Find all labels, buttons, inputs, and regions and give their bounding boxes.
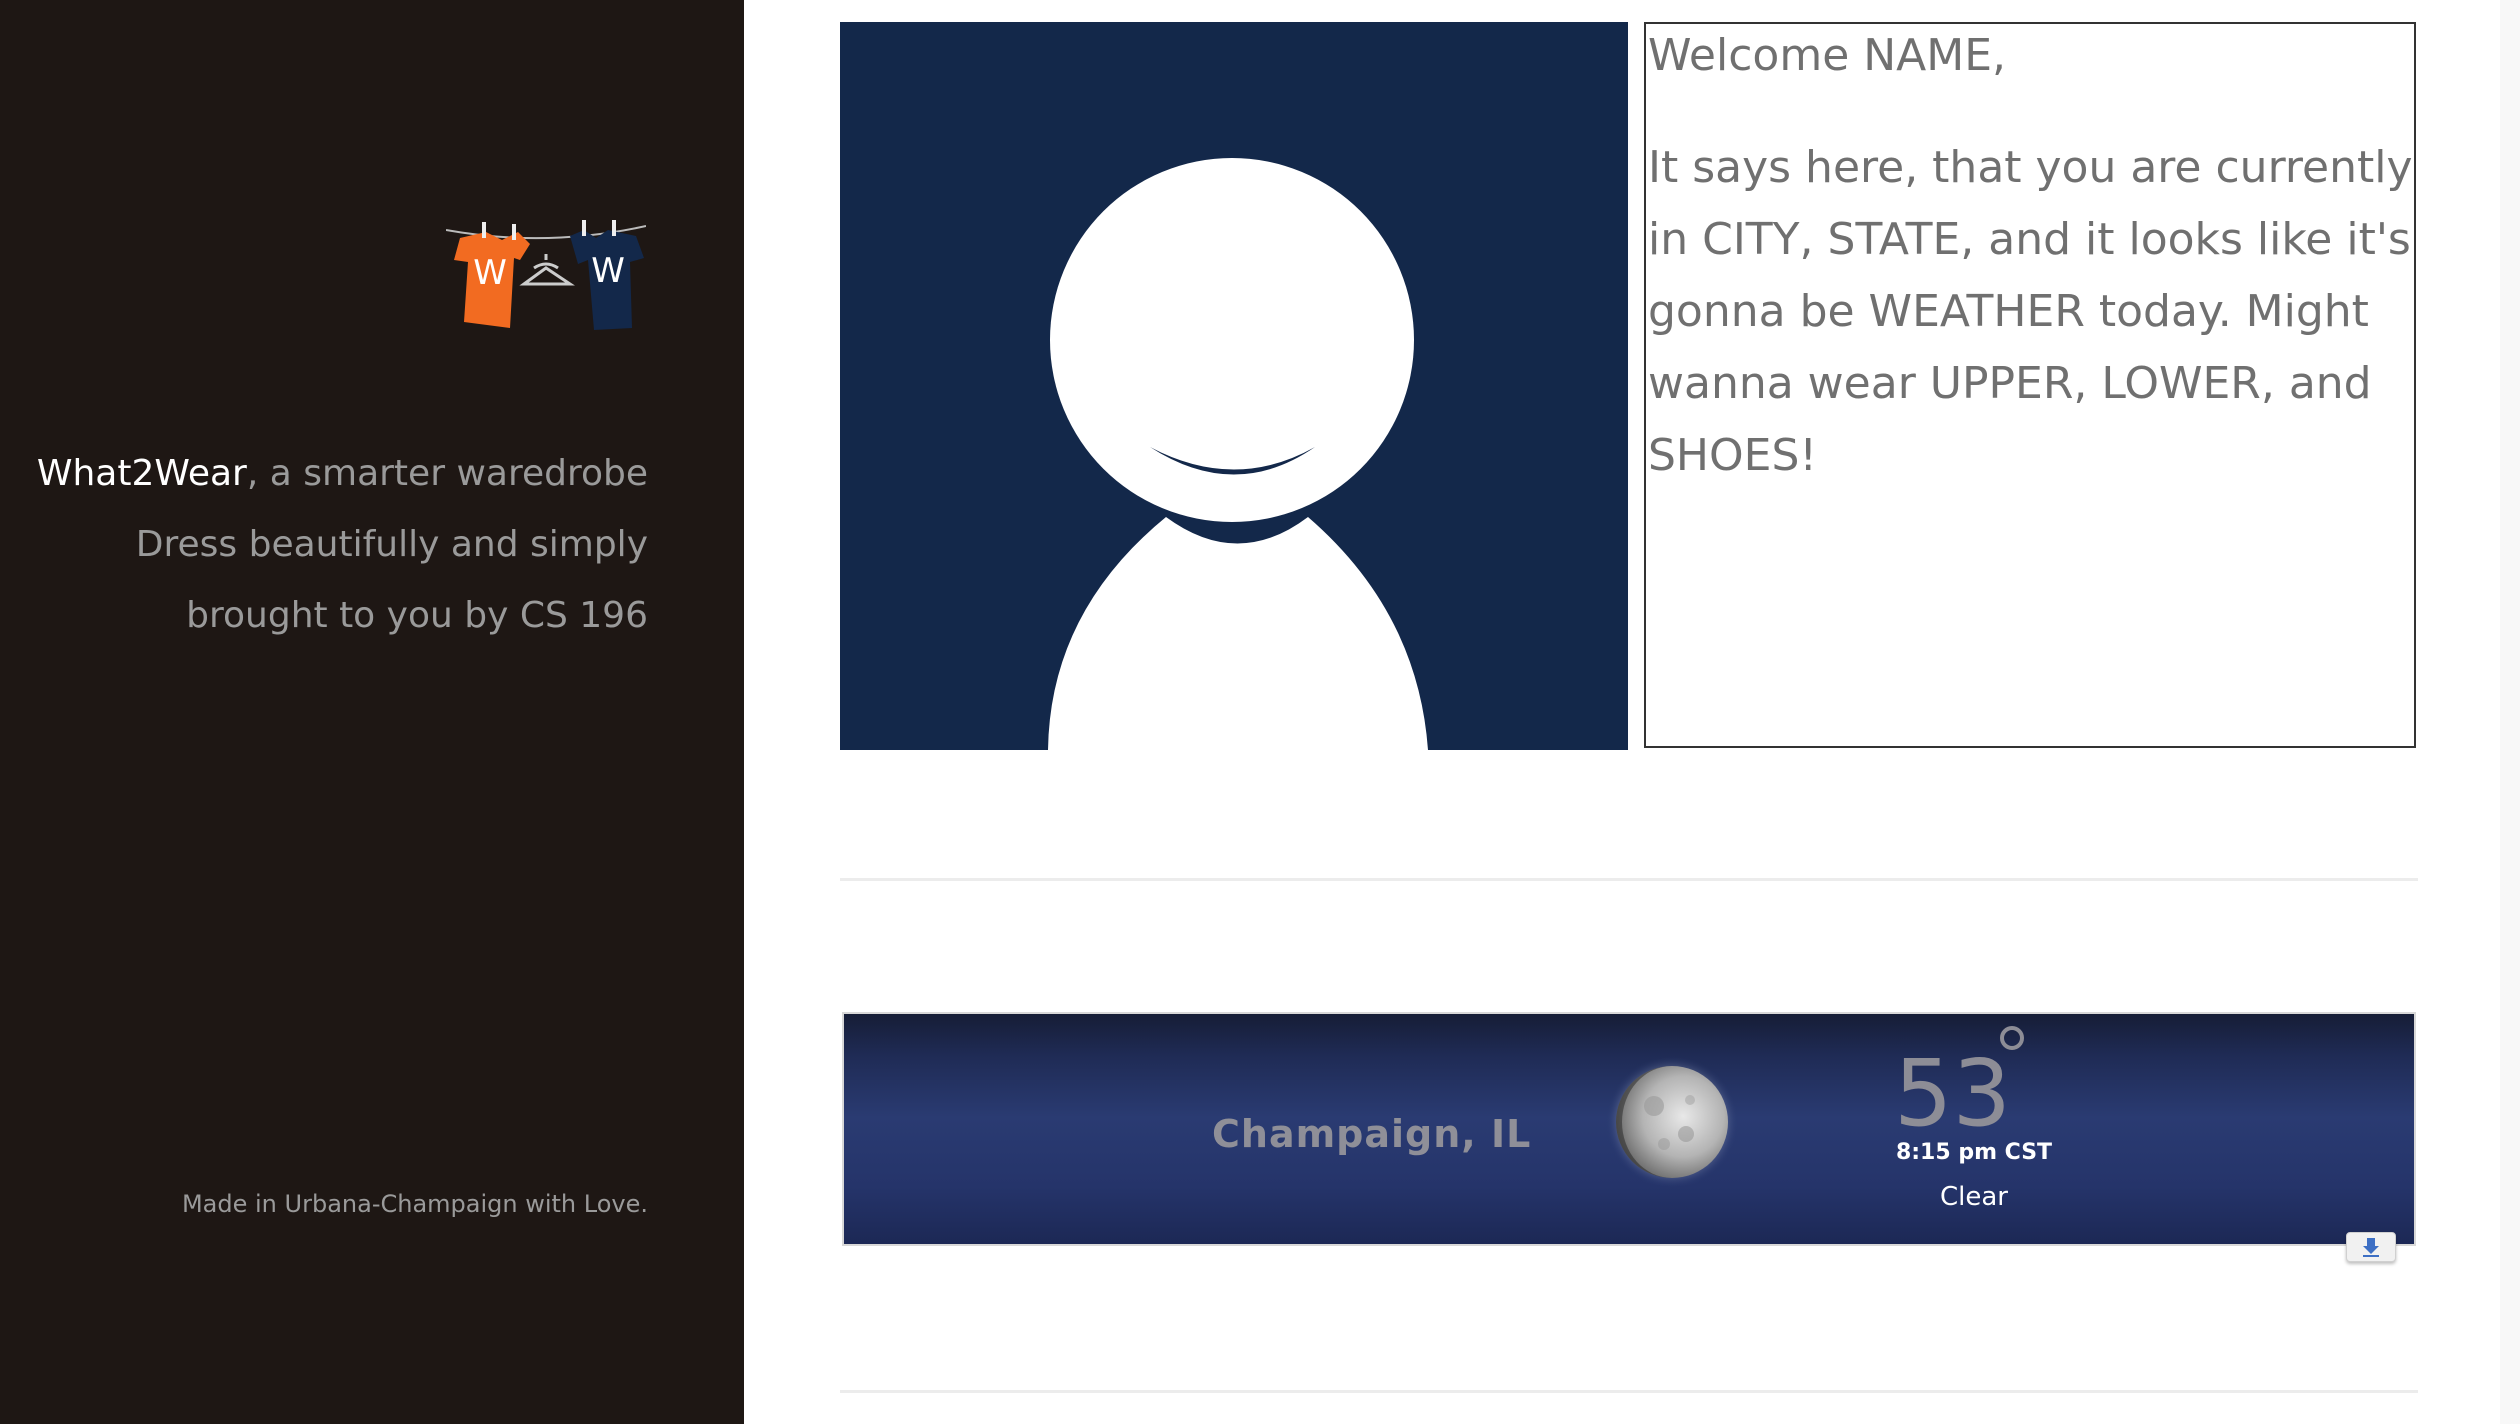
scrollbar-track[interactable]	[2500, 0, 2520, 1424]
weather-temperature: 53	[1894, 1040, 2012, 1147]
moon-icon	[1606, 1056, 1738, 1188]
tagline-line-3: brought to you by CS 196	[186, 595, 648, 636]
tagline-line-1: What2Wear, a smarter waredrobe	[8, 438, 648, 509]
sidebar-footer: Made in Urbana-Champaign with Love.	[181, 1190, 648, 1218]
weather-condition: Clear	[1940, 1182, 2008, 1212]
profile-avatar	[840, 22, 1628, 750]
weather-download-button[interactable]	[2346, 1232, 2396, 1262]
weather-widget[interactable]: Champaign, IL 53 8:15 pm CST Clear	[842, 1012, 2416, 1246]
divider	[840, 878, 2418, 881]
sidebar: W W What2Wear, a smarter waredrobe Dress…	[0, 0, 744, 1424]
logo-letter-right: W	[591, 251, 625, 291]
logo-letter-left: W	[473, 253, 507, 293]
default-user-icon	[1048, 158, 1428, 750]
tagline-line-2: Dress beautifully and simply	[135, 524, 648, 565]
welcome-heading: Welcome NAME,	[1648, 30, 2007, 81]
download-arrow-icon	[2363, 1238, 2379, 1257]
what2wear-logo[interactable]: W W	[446, 218, 646, 342]
degree-symbol	[2000, 1026, 2024, 1050]
divider	[840, 1390, 2418, 1393]
weather-city: Champaign, IL	[1212, 1112, 1532, 1156]
weather-time: 8:15 pm CST	[1895, 1140, 2053, 1165]
tagline-text: , a smarter waredrobe	[246, 453, 648, 494]
outfit-suggestion-text: It says here, that you are currently in …	[1648, 142, 2413, 481]
tagline: What2Wear, a smarter waredrobe Dress bea…	[8, 438, 648, 651]
brand-name[interactable]: What2Wear	[37, 453, 247, 494]
welcome-message-panel: Welcome NAME, It says here, that you are…	[1644, 22, 2416, 748]
